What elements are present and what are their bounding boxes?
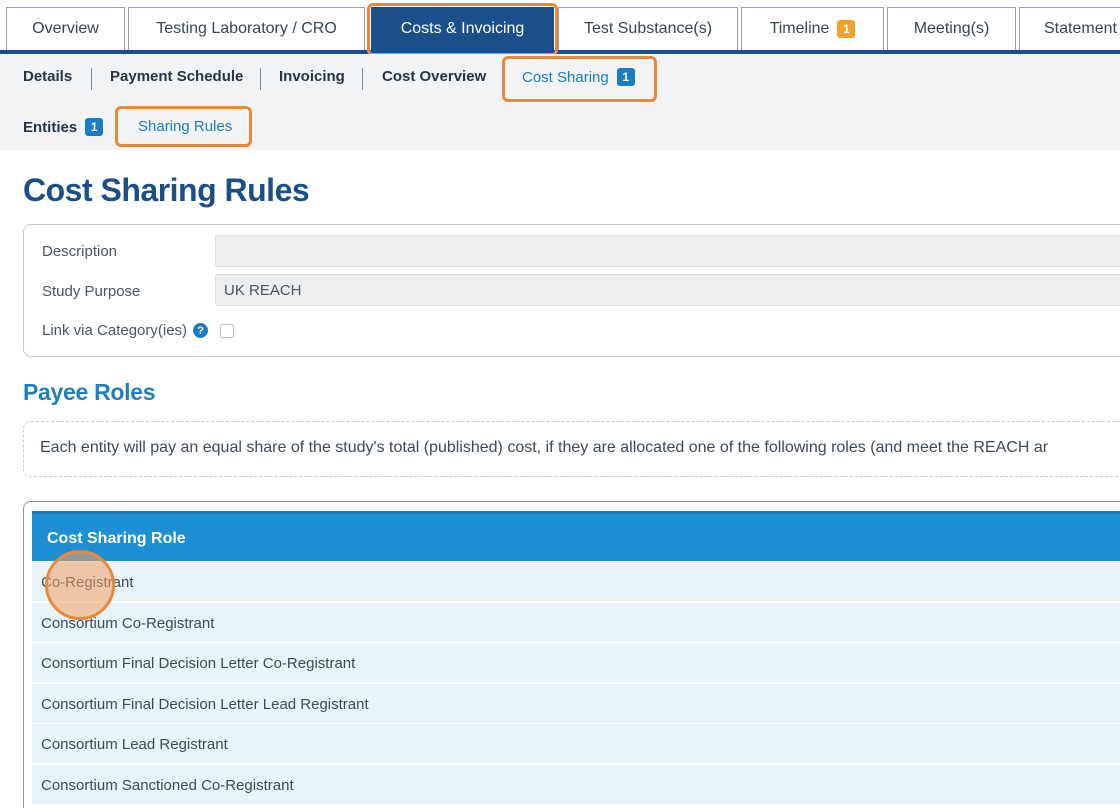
- table-row[interactable]: Co-Registrant: [32, 562, 1120, 602]
- cost-sharing-role-table: Cost Sharing Role Co-Registrant Consorti…: [23, 501, 1120, 808]
- subnav-label: Entities: [23, 118, 78, 136]
- description-field[interactable]: [215, 235, 1120, 267]
- table-row[interactable]: Consortium Co-Registrant: [32, 603, 1120, 643]
- table-row[interactable]: Consortium Final Decision Letter Co-Regi…: [32, 643, 1120, 683]
- description-label-text: Description: [42, 243, 118, 260]
- tab-label: Timeline: [769, 20, 830, 37]
- study-purpose-label-text: Study Purpose: [42, 283, 141, 300]
- entities-count-badge: 1: [85, 118, 104, 136]
- subnav-label: Sharing Rules: [138, 118, 233, 135]
- tab-testing-laboratory[interactable]: Testing Laboratory / CRO: [128, 7, 365, 50]
- payee-roles-heading: Payee Roles: [23, 379, 156, 405]
- subnav-cost-sharing[interactable]: Cost Sharing 1: [522, 68, 635, 86]
- subnav-label: Cost Overview: [382, 68, 487, 85]
- link-category-checkbox[interactable]: [220, 323, 235, 338]
- link-category-row: Link via Category(ies) ?: [42, 322, 235, 339]
- subnav-sharing-rules[interactable]: Sharing Rules: [138, 118, 232, 135]
- subnav-invoicing[interactable]: Invoicing: [279, 68, 345, 85]
- timeline-count-badge: 1: [837, 20, 856, 38]
- tab-test-substances[interactable]: Test Substance(s): [558, 7, 738, 50]
- table-row[interactable]: Consortium Final Decision Letter Lead Re…: [32, 684, 1120, 724]
- tab-statement[interactable]: Statement: [1019, 7, 1120, 50]
- tab-label: Meeting(s): [913, 20, 990, 37]
- study-purpose-label: Study Purpose: [42, 283, 140, 300]
- subnav-label: Invoicing: [279, 68, 345, 85]
- page-title: Cost Sharing Rules: [23, 172, 310, 208]
- tab-label: Testing Laboratory / CRO: [156, 20, 337, 37]
- tab-label: Costs & Invoicing: [400, 20, 525, 37]
- subnav-label: Cost Sharing: [522, 68, 609, 86]
- subnav-label: Payment Schedule: [110, 68, 244, 85]
- subnav-entities[interactable]: Entities 1: [23, 118, 104, 136]
- subnav-divider: [260, 68, 261, 90]
- payee-roles-note: Each entity will pay an equal share of t…: [23, 421, 1120, 477]
- table-row[interactable]: Consortium Lead Registrant: [32, 724, 1120, 764]
- link-category-label: Link via Category(ies): [42, 322, 188, 339]
- tab-timeline[interactable]: Timeline 1: [741, 7, 884, 50]
- study-purpose-field[interactable]: UK REACH: [215, 274, 1120, 306]
- table-row[interactable]: Consortium Sanctioned Co-Registrant: [32, 765, 1120, 805]
- top-tab-bar: Overview Testing Laboratory / CRO Costs …: [0, 0, 1120, 54]
- tab-label: Test Substance(s): [583, 20, 713, 37]
- table-header[interactable]: Cost Sharing Role: [32, 511, 1120, 561]
- subnav-divider: [91, 68, 92, 90]
- subnav-label: Details: [23, 68, 73, 85]
- subnav-cost-overview[interactable]: Cost Overview: [382, 68, 486, 85]
- subnav-divider: [362, 68, 363, 90]
- help-icon[interactable]: ?: [193, 323, 209, 338]
- subnav-payment-schedule[interactable]: Payment Schedule: [110, 68, 243, 85]
- subnav-details[interactable]: Details: [23, 68, 72, 85]
- tab-label: Statement: [1044, 20, 1117, 37]
- tab-costs-invoicing[interactable]: Costs & Invoicing: [371, 7, 554, 50]
- tab-overview[interactable]: Overview: [6, 7, 125, 50]
- tab-label: Overview: [32, 20, 99, 37]
- tab-meetings[interactable]: Meeting(s): [887, 7, 1016, 50]
- sub-navigation: Details Payment Schedule Invoicing Cost …: [0, 54, 1120, 150]
- rule-details-panel: Description Study Purpose UK REACH Link …: [23, 224, 1120, 357]
- description-label: Description: [42, 243, 117, 260]
- cost-sharing-count-badge: 1: [616, 68, 635, 86]
